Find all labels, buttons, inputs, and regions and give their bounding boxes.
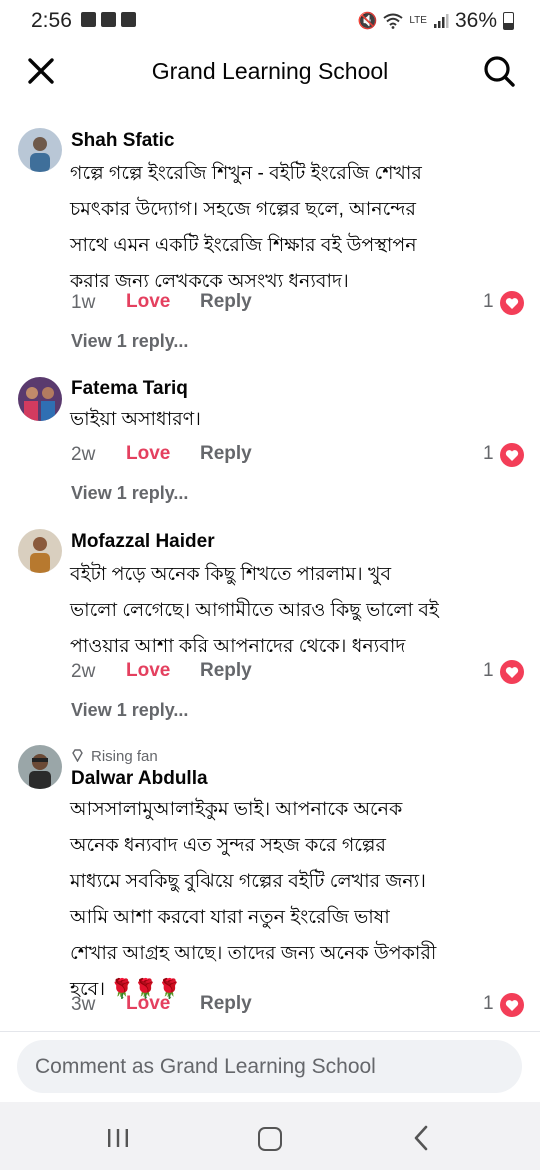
avatar[interactable]: [18, 529, 62, 573]
commenter-name[interactable]: Fatema Tariq: [71, 378, 188, 400]
home-icon[interactable]: [258, 1127, 282, 1151]
commenter-name[interactable]: Shah Sfatic: [71, 130, 174, 152]
reply-button[interactable]: Reply: [200, 993, 252, 1015]
wifi-icon: [383, 13, 403, 29]
reaction-count[interactable]: 1: [483, 291, 494, 313]
comment-text: বইটা পড়ে অনেক কিছু শিখতে পারলাম। খুব ভা…: [70, 564, 439, 657]
comment-input-placeholder: Comment as Grand Learning School: [35, 1055, 376, 1078]
reply-button[interactable]: Reply: [200, 660, 252, 682]
app-header: Grand Learning School: [0, 42, 540, 100]
love-button[interactable]: Love: [126, 443, 170, 465]
love-button[interactable]: Love: [126, 660, 170, 682]
commenter-name[interactable]: Dalwar Abdulla: [71, 768, 208, 790]
comment-actions: 1w Love Reply 1: [71, 288, 526, 318]
view-replies-link[interactable]: View 1 reply...: [71, 700, 188, 721]
reply-button[interactable]: Reply: [200, 291, 252, 313]
comment-actions: 2w Love Reply 1: [71, 440, 526, 470]
comment-text: আসসালামুআলাইকুম ভাই। আপনাকে অনেক অনেক ধন…: [70, 799, 437, 1000]
book-icon: [81, 12, 96, 27]
search-icon[interactable]: [482, 54, 516, 88]
view-replies-link[interactable]: View 1 reply...: [71, 483, 188, 504]
avatar[interactable]: [18, 745, 62, 789]
comment-time[interactable]: 1w: [71, 292, 95, 314]
reply-button[interactable]: Reply: [200, 443, 252, 465]
commenter-name[interactable]: Mofazzal Haider: [71, 531, 215, 553]
reaction-count[interactable]: 1: [483, 443, 494, 465]
battery-icon: [503, 12, 514, 30]
signal-icon: [433, 14, 449, 28]
comment-actions: 3w Love Reply 1: [71, 990, 526, 1020]
comment-text: গল্পে গল্পে ইংরেজি শিখুন - বইটি ইংরেজি শ…: [70, 163, 422, 292]
heart-icon[interactable]: [500, 443, 524, 467]
mute-icon: 🔇: [357, 13, 378, 30]
love-button[interactable]: Love: [126, 993, 170, 1015]
recent-apps-icon[interactable]: [106, 1128, 130, 1148]
book-icon: [121, 12, 136, 27]
rising-fan-badge: Rising fan: [91, 748, 158, 765]
notification-icons: [81, 12, 136, 27]
view-replies-link[interactable]: View 1 reply...: [71, 331, 188, 352]
comment-input[interactable]: Comment as Grand Learning School: [17, 1040, 522, 1093]
system-icons: 🔇 LTE 36%: [357, 9, 514, 33]
avatar[interactable]: [18, 377, 62, 421]
reaction-count[interactable]: 1: [483, 660, 494, 682]
comment-time[interactable]: 2w: [71, 661, 95, 683]
rising-fan-icon: [72, 749, 83, 762]
avatar[interactable]: [18, 128, 62, 172]
lte-icon: LTE: [409, 15, 427, 26]
heart-icon[interactable]: [500, 660, 524, 684]
page-title: Grand Learning School: [151, 58, 389, 84]
divider: [0, 1031, 540, 1032]
heart-icon[interactable]: [500, 993, 524, 1017]
system-navigation-bar: [0, 1102, 540, 1170]
check-icon: [101, 12, 116, 27]
comment-text: ভাইয়া অসাধারণ।: [70, 409, 201, 430]
status-time: 2:56: [31, 9, 72, 32]
reaction-count[interactable]: 1: [483, 993, 494, 1015]
comment-time[interactable]: 2w: [71, 444, 95, 466]
comment-time[interactable]: 3w: [71, 994, 95, 1016]
back-icon[interactable]: [410, 1125, 434, 1151]
status-bar: 2:56 🔇 LTE 36%: [0, 0, 540, 42]
battery-level: 36%: [454, 9, 497, 32]
love-button[interactable]: Love: [126, 291, 170, 313]
comment-actions: 2w Love Reply 1: [71, 657, 526, 687]
heart-icon[interactable]: [500, 291, 524, 315]
